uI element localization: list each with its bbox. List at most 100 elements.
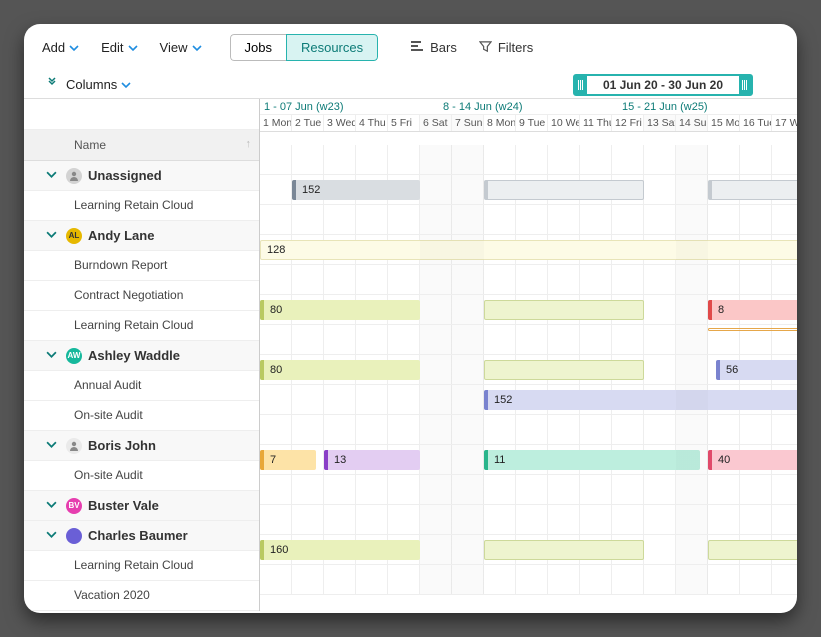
day-header: 6 Sat	[420, 115, 452, 131]
task-row[interactable]: Learning Retain Cloud	[24, 551, 259, 581]
task-row[interactable]: Annual Audit	[24, 371, 259, 401]
day-header: 3 Wed	[324, 115, 356, 131]
gantt-bar[interactable]	[708, 540, 797, 560]
grid-row[interactable]: 80 8	[260, 295, 797, 325]
gantt-bar[interactable]	[484, 540, 644, 560]
gantt-bar[interactable]: 80	[260, 360, 420, 380]
chevron-down-icon	[192, 43, 202, 53]
day-header: 13 Sat	[644, 115, 676, 131]
avatar: AL	[66, 228, 82, 244]
edit-label: Edit	[101, 40, 123, 55]
gantt-bar[interactable]	[484, 300, 644, 320]
name-header-text: Name	[74, 138, 106, 152]
range-handle-right[interactable]	[739, 76, 751, 94]
chevron-down-icon[interactable]	[46, 438, 60, 453]
collapse-columns-icon[interactable]	[46, 77, 58, 92]
jobs-toggle[interactable]: Jobs	[230, 34, 286, 61]
grid-row[interactable]: 152	[260, 385, 797, 415]
avatar: BV	[66, 498, 82, 514]
grid-row[interactable]: 128	[260, 235, 797, 265]
gantt-bar[interactable]: 7	[260, 450, 316, 470]
day-header: 9 Tue	[516, 115, 548, 131]
gantt-bar[interactable]: 160	[260, 540, 420, 560]
grid-row[interactable]	[260, 505, 797, 535]
day-header: 10 Wed	[548, 115, 580, 131]
chevron-down-icon	[69, 43, 79, 53]
day-header: 1 Mon	[260, 115, 292, 131]
gantt-bar[interactable]: 128	[260, 240, 797, 260]
sort-up-icon: ↑	[246, 138, 252, 150]
columns-menu[interactable]: Columns	[66, 77, 131, 92]
range-handle-left[interactable]	[575, 76, 587, 94]
day-header: 5 Fri	[388, 115, 420, 131]
task-row[interactable]: On-site Audit	[24, 461, 259, 491]
resource-group-row[interactable]: BV Buster Vale	[24, 491, 259, 521]
day-header: 16 Tue	[740, 115, 772, 131]
gantt-bar[interactable]	[708, 328, 797, 331]
task-row[interactable]: Vacation 2020	[24, 581, 259, 611]
resource-name: Charles Baumer	[88, 528, 188, 543]
avatar	[66, 528, 82, 544]
resource-group-row[interactable]: ALAndy Lane	[24, 221, 259, 251]
resource-name: Buster Vale	[88, 498, 159, 513]
view-label: View	[160, 40, 188, 55]
gantt-bar[interactable]	[484, 180, 644, 200]
date-range-slider[interactable]: 01 Jun 20 - 30 Jun 20	[573, 74, 753, 96]
grid-row[interactable]	[260, 325, 797, 355]
grid-row[interactable]: 7 13 11 40	[260, 445, 797, 475]
chevron-down-icon[interactable]	[46, 228, 60, 243]
grid-row[interactable]	[260, 475, 797, 505]
task-row[interactable]: Learning Retain Cloud	[24, 311, 259, 341]
view-menu[interactable]: View	[160, 40, 202, 55]
chevron-down-icon[interactable]	[46, 348, 60, 363]
resource-group-row[interactable]: Charles Baumer	[24, 521, 259, 551]
grid-row[interactable]	[260, 565, 797, 595]
gantt-bar[interactable]: 56	[716, 360, 797, 380]
task-row[interactable]: Contract Negotiation	[24, 281, 259, 311]
gantt-bar[interactable]: 11	[484, 450, 700, 470]
chevron-down-icon[interactable]	[46, 498, 60, 513]
resource-name: Boris John	[88, 438, 156, 453]
avatar: AW	[66, 348, 82, 364]
gantt-bar[interactable]: 8	[708, 300, 797, 320]
name-column-header[interactable]: Name ↑	[24, 130, 259, 161]
toolbar: Add Edit View Jobs Resources Bars	[24, 24, 797, 71]
chevron-down-icon	[121, 80, 131, 90]
resource-group-row[interactable]: Unassigned	[24, 161, 259, 191]
grid-row[interactable]	[260, 265, 797, 295]
edit-menu[interactable]: Edit	[101, 40, 137, 55]
grid-row[interactable]	[260, 415, 797, 445]
grid-row[interactable]: 80 56	[260, 355, 797, 385]
resource-group-row[interactable]: AWAshley Waddle	[24, 341, 259, 371]
bars-button[interactable]: Bars	[410, 39, 457, 56]
gantt-bar[interactable]: 80	[260, 300, 420, 320]
day-header: 14 Sun	[676, 115, 708, 131]
chevron-down-icon[interactable]	[46, 168, 60, 183]
gantt-bar[interactable]: 152	[484, 390, 797, 410]
avatar	[66, 438, 82, 454]
day-header: 12 Fri	[612, 115, 644, 131]
grid-row[interactable]	[260, 205, 797, 235]
grid-row[interactable]	[260, 145, 797, 175]
task-row[interactable]: On-site Audit	[24, 401, 259, 431]
week-header: 1 - 07 Jun (w23)	[260, 99, 439, 114]
gantt-bar[interactable]	[708, 180, 797, 200]
add-menu[interactable]: Add	[42, 40, 79, 55]
task-row[interactable]: Burndown Report	[24, 251, 259, 281]
gantt-bar[interactable]: 40	[708, 450, 797, 470]
day-header: 8 Mon	[484, 115, 516, 131]
chevron-down-icon[interactable]	[46, 528, 60, 543]
gantt-bar[interactable]: 152	[292, 180, 420, 200]
grid-row[interactable]: 152	[260, 175, 797, 205]
filter-icon	[479, 40, 492, 56]
resources-toggle[interactable]: Resources	[286, 34, 378, 61]
gantt-bar[interactable]	[484, 360, 644, 380]
resource-group-row[interactable]: Boris John	[24, 431, 259, 461]
grid-row[interactable]: 160	[260, 535, 797, 565]
filters-button[interactable]: Filters	[479, 40, 533, 56]
day-header: 17 Wed	[772, 115, 797, 131]
timeline-column: 1 - 07 Jun (w23)8 - 14 Jun (w24)15 - 21 …	[260, 99, 797, 611]
columns-label: Columns	[66, 77, 117, 92]
gantt-bar[interactable]: 13	[324, 450, 420, 470]
task-row[interactable]: Learning Retain Cloud	[24, 191, 259, 221]
